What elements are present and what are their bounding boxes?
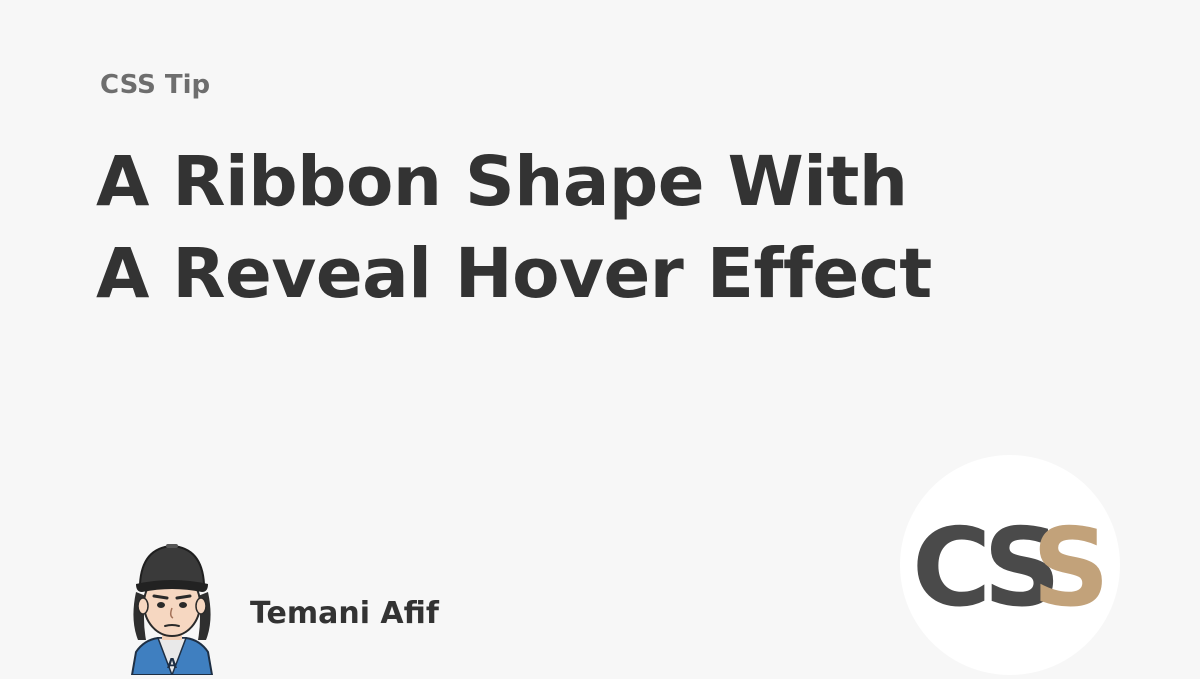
article-title: A Ribbon Shape With A Reveal Hover Effec… [96,136,932,320]
svg-text:S: S [1032,506,1110,631]
author-name: Temani Afif [250,596,439,631]
author-avatar: A [122,540,222,678]
svg-text:A: A [167,657,177,672]
cartoon-avatar-icon: A [130,544,214,678]
css-logo-icon: CS S [912,506,1110,631]
article-category: CSS Tip [100,70,211,100]
css-logo-badge: CS S [900,455,1120,675]
article-title-line-1: A Ribbon Shape With [96,142,908,222]
article-title-line-2: A Reveal Hover Effect [96,234,932,314]
